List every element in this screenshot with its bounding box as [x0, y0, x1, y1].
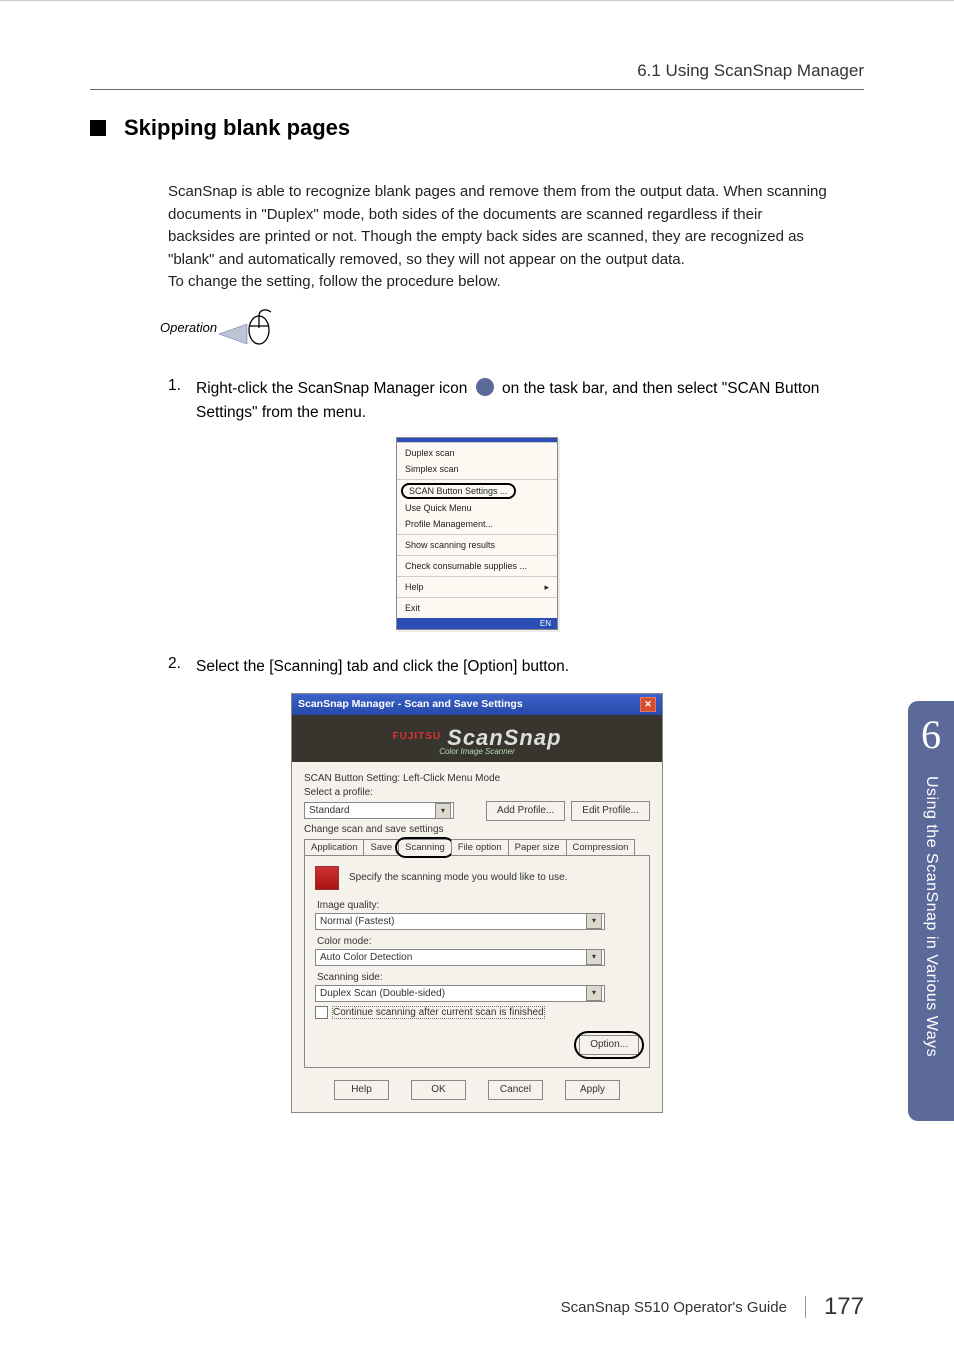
scansnap-tray-icon: [476, 378, 494, 396]
tab-compression[interactable]: Compression: [566, 839, 636, 855]
profile-value: Standard: [309, 805, 350, 816]
apply-button[interactable]: Apply: [565, 1080, 620, 1100]
tab-bar: Application Save Scanning File option Pa…: [304, 839, 650, 856]
para-line: documents in "Duplex" mode, both sides o…: [168, 206, 762, 223]
add-profile-button[interactable]: Add Profile...: [486, 801, 565, 821]
menu-item: Simplex scan: [397, 461, 557, 477]
continue-checkbox[interactable]: [315, 1006, 328, 1019]
mouse-icon: [217, 304, 277, 352]
help-button[interactable]: Help: [334, 1080, 389, 1100]
tab-scanning[interactable]: Scanning: [398, 839, 452, 856]
taskbar-language-indicator: EN: [397, 618, 557, 629]
menu-item-selected: SCAN Button Settings ...: [401, 483, 516, 499]
select-profile-label: Select a profile:: [304, 787, 650, 798]
step-number: 1.: [168, 377, 196, 425]
profile-combo[interactable]: Standard ▾: [304, 802, 454, 819]
image-quality-combo[interactable]: Normal (Fastest) ▾: [315, 913, 605, 930]
tab-application[interactable]: Application: [304, 839, 364, 855]
step-number: 2.: [168, 655, 196, 679]
scan-mode-icon: [315, 866, 339, 890]
edit-profile-button[interactable]: Edit Profile...: [571, 801, 650, 821]
cancel-button[interactable]: Cancel: [488, 1080, 543, 1100]
image-quality-value: Normal (Fastest): [320, 916, 394, 927]
menu-item: Show scanning results: [397, 537, 557, 553]
option-button[interactable]: Option...: [579, 1035, 639, 1055]
banner-sub: Color Image Scanner: [292, 747, 662, 756]
menu-item: Profile Management...: [397, 516, 557, 532]
mode-line: SCAN Button Setting: Left-Click Menu Mod…: [304, 773, 650, 784]
intro-paragraph: ScanSnap is able to recognize blank page…: [168, 181, 864, 294]
menu-item: Exit: [397, 600, 557, 616]
para-line: "blank" and automatically removed, so th…: [168, 251, 685, 268]
para-line: To change the setting, follow the proced…: [168, 273, 501, 290]
color-mode-combo[interactable]: Auto Color Detection ▾: [315, 949, 605, 966]
chapter-side-tab: 6 Using the ScanSnap in Various Ways: [908, 701, 954, 1121]
breadcrumb: 6.1 Using ScanSnap Manager: [90, 61, 864, 81]
chevron-down-icon: ▾: [435, 803, 451, 819]
para-line: ScanSnap is able to recognize blank page…: [168, 183, 827, 200]
color-mode-label: Color mode:: [317, 936, 639, 947]
dialog-banner: FUJITSU ScanSnap Color Image Scanner: [292, 715, 662, 762]
specify-text: Specify the scanning mode you would like…: [349, 872, 567, 883]
chevron-down-icon: ▾: [586, 985, 602, 1001]
footer-guide-title: ScanSnap S510 Operator's Guide: [561, 1299, 787, 1316]
chapter-number: 6: [921, 711, 941, 758]
step-1-text: Right-click the ScanSnap Manager icon on…: [196, 377, 864, 425]
brand-label: FUJITSU: [392, 731, 441, 742]
section-bullet-icon: [90, 120, 106, 136]
page-number: 177: [824, 1293, 864, 1321]
color-mode-value: Auto Color Detection: [320, 952, 412, 963]
chevron-down-icon: ▾: [586, 949, 602, 965]
continue-checkbox-label: Continue scanning after current scan is …: [333, 1007, 544, 1018]
section-title: Skipping blank pages: [124, 115, 350, 141]
step-1-pre: Right-click the ScanSnap Manager icon: [196, 380, 472, 397]
dialog-title: ScanSnap Manager - Scan and Save Setting…: [298, 698, 523, 710]
banner-main: ScanSnap: [447, 725, 561, 750]
page-footer: ScanSnap S510 Operator's Guide 177: [90, 1293, 864, 1321]
tab-save[interactable]: Save: [363, 839, 399, 855]
menu-item: Use Quick Menu: [397, 500, 557, 516]
close-icon[interactable]: ✕: [640, 697, 656, 712]
chevron-down-icon: ▾: [586, 913, 602, 929]
ok-button[interactable]: OK: [411, 1080, 466, 1100]
scanning-side-combo[interactable]: Duplex Scan (Double-sided) ▾: [315, 985, 605, 1002]
operation-indicator: Operation: [160, 304, 864, 352]
scanning-side-label: Scanning side:: [317, 972, 639, 983]
change-settings-label: Change scan and save settings: [304, 824, 650, 835]
settings-dialog-screenshot: ScanSnap Manager - Scan and Save Setting…: [291, 693, 663, 1113]
scanning-side-value: Duplex Scan (Double-sided): [320, 988, 445, 999]
footer-divider: [805, 1296, 806, 1318]
operation-label: Operation: [160, 320, 217, 335]
image-quality-label: Image quality:: [317, 900, 639, 911]
chapter-title: Using the ScanSnap in Various Ways: [922, 776, 940, 1057]
menu-item-help: Help: [397, 579, 557, 595]
header-rule: [90, 89, 864, 90]
tab-paper-size[interactable]: Paper size: [508, 839, 567, 855]
menu-item: Check consumable supplies ...: [397, 558, 557, 574]
tab-file-option[interactable]: File option: [451, 839, 509, 855]
step-2-text: Select the [Scanning] tab and click the …: [196, 655, 864, 679]
context-menu-screenshot: Duplex scan Simplex scan SCAN Button Set…: [396, 437, 558, 630]
menu-item: Duplex scan: [397, 445, 557, 461]
para-line: backsides are printed or not. Though the…: [168, 228, 804, 245]
